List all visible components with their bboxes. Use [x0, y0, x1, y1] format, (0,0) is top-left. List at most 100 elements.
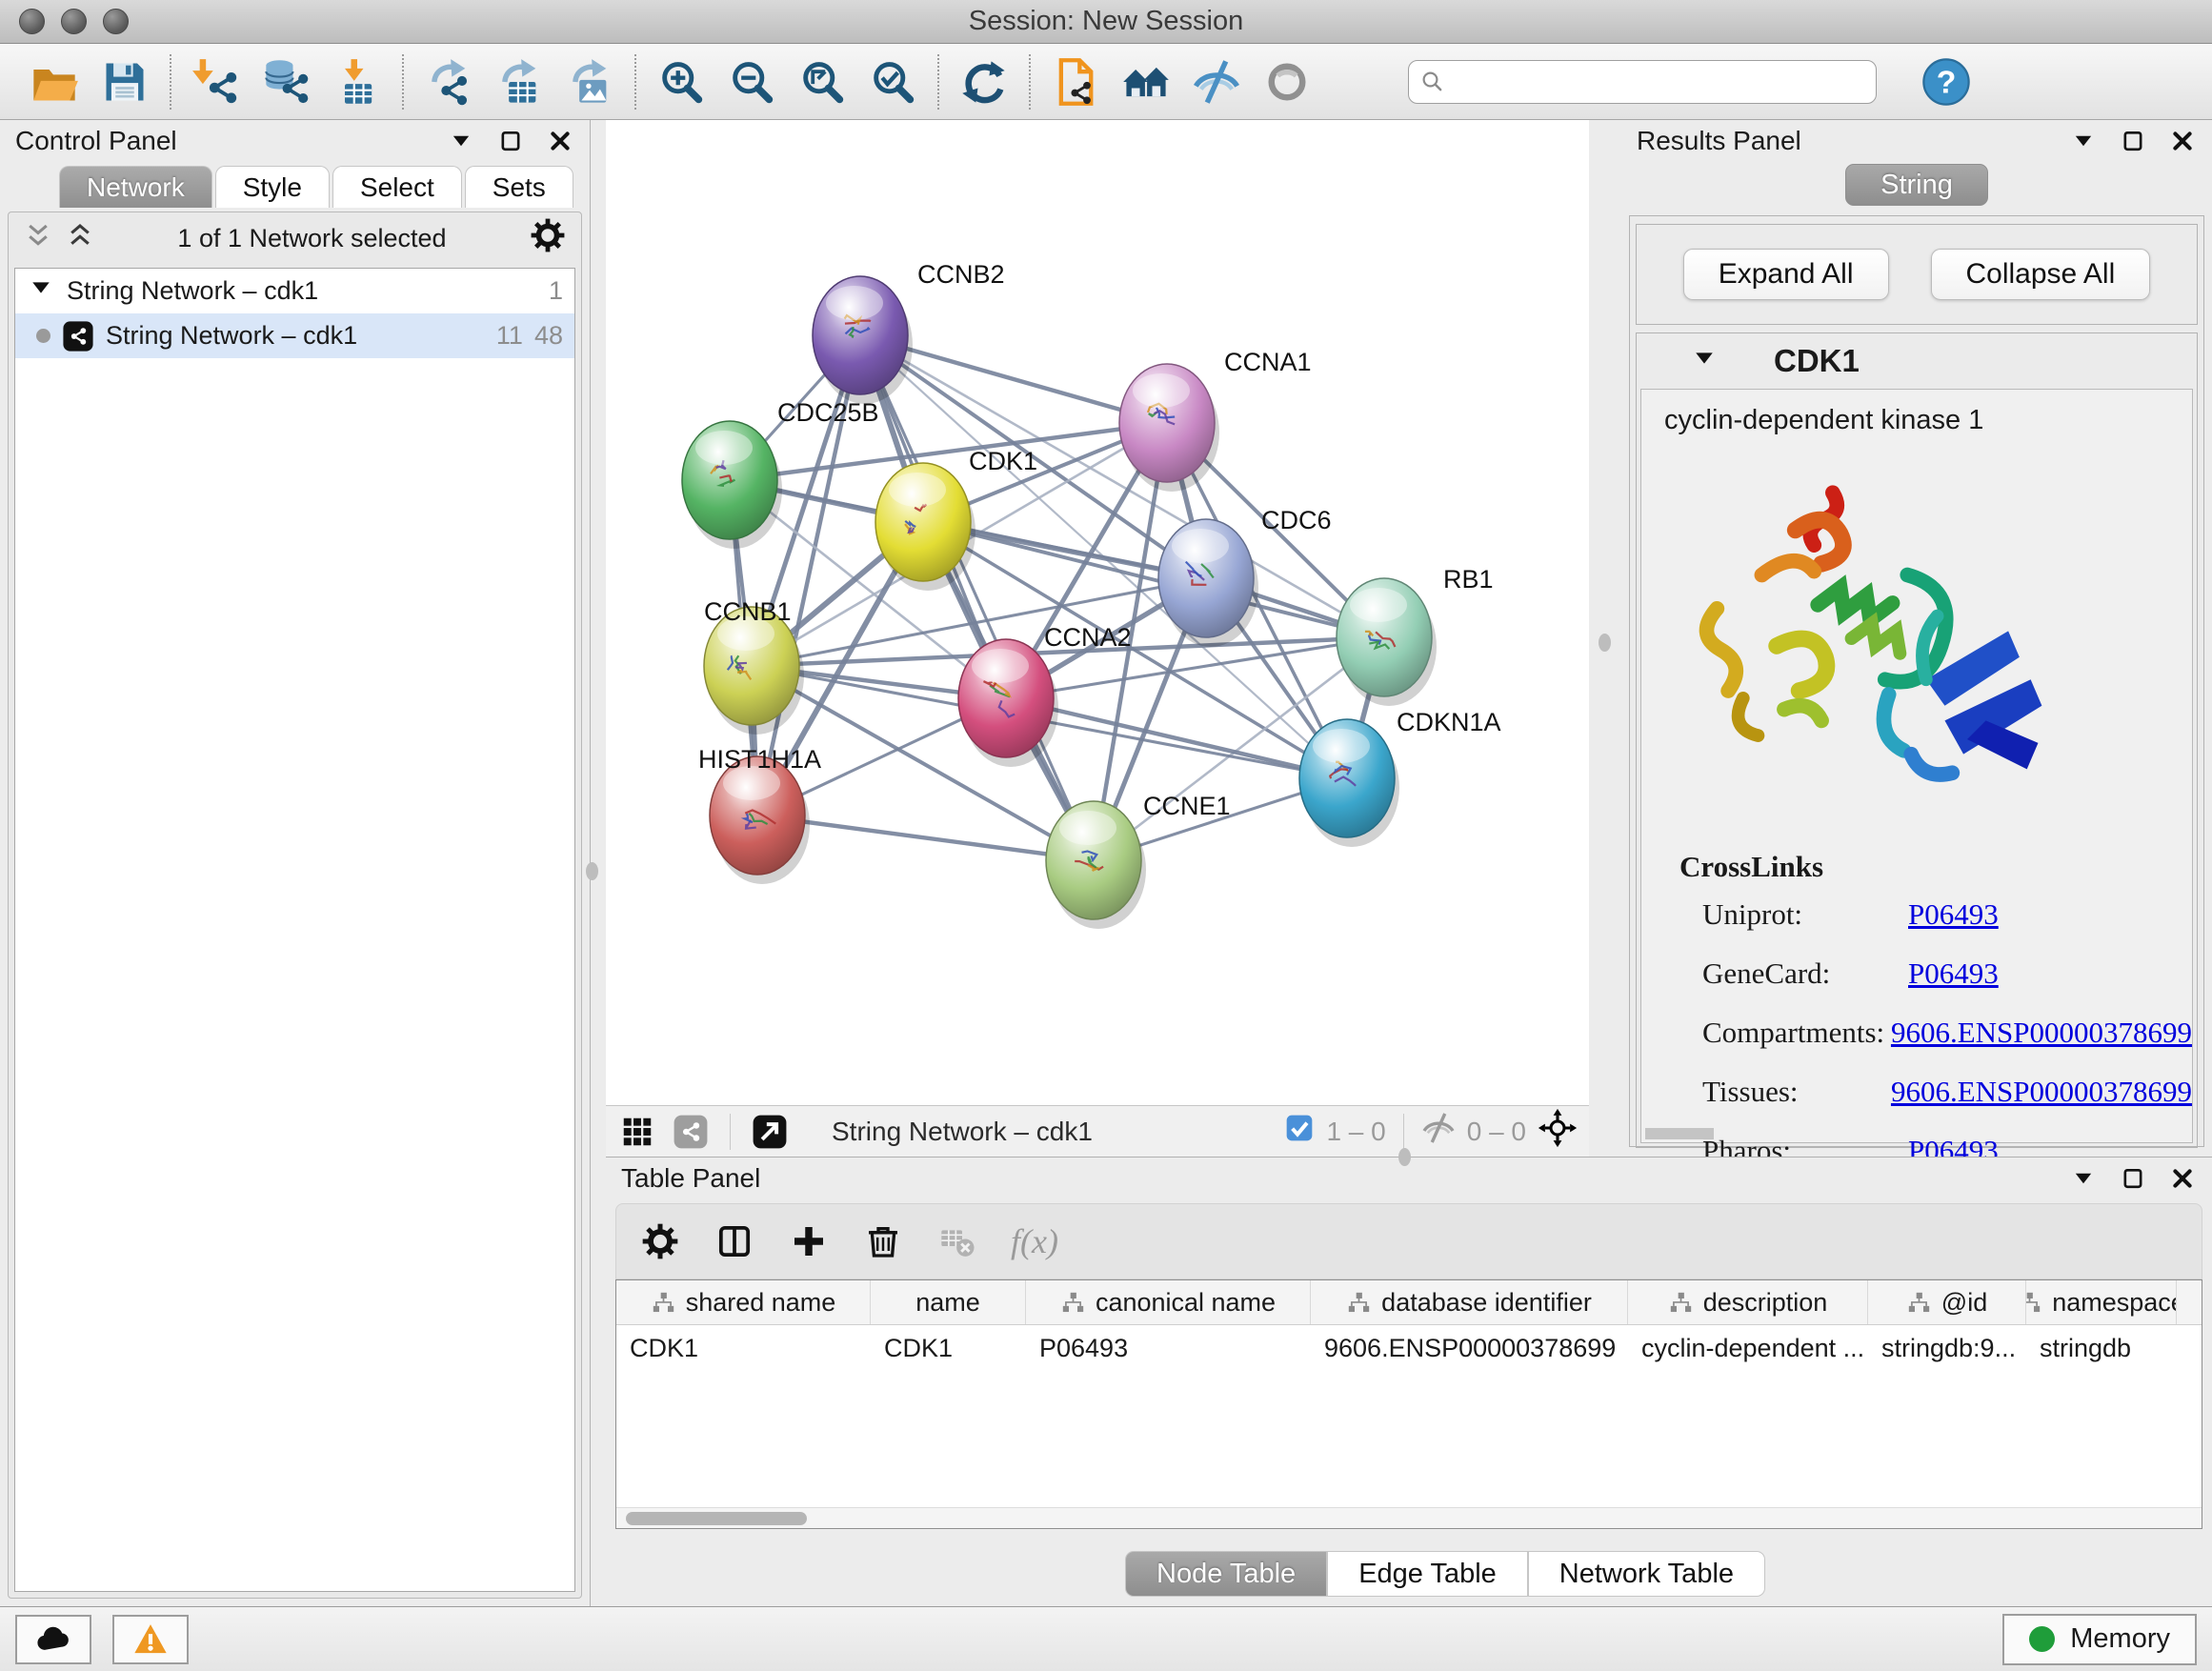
string-import-icon[interactable]: [1049, 55, 1102, 109]
tab-network[interactable]: Network: [59, 166, 212, 208]
refresh-layout-icon[interactable]: [957, 55, 1011, 109]
detach-view-icon[interactable]: [750, 1112, 790, 1152]
toolbar-search[interactable]: [1408, 60, 1877, 104]
string-home-icon[interactable]: [1119, 55, 1173, 109]
tab-string[interactable]: String: [1845, 164, 1988, 206]
network-edge[interactable]: [860, 335, 1094, 860]
import-network-file-icon[interactable]: [190, 55, 243, 109]
column-header-canonical-name[interactable]: canonical name: [1026, 1280, 1311, 1324]
zoom-out-icon[interactable]: [725, 55, 778, 109]
zoom-selected-icon[interactable]: [866, 55, 919, 109]
delete-column-icon[interactable]: [862, 1220, 904, 1262]
tab-style[interactable]: Style: [215, 166, 330, 208]
network-node-CCNB2[interactable]: CCNB2: [813, 260, 1005, 404]
network-node-CCNB1[interactable]: CCNB1: [704, 597, 804, 735]
network-node-CCNE1[interactable]: CCNE1: [1046, 792, 1231, 929]
float-panel-icon[interactable]: [2119, 1164, 2147, 1193]
crosslink-link[interactable]: 9606.ENSP00000378699: [1891, 1075, 2192, 1109]
selected-items-checkbox[interactable]: [1284, 1113, 1315, 1150]
splitter-handle[interactable]: [586, 862, 598, 880]
help-icon[interactable]: ?: [1920, 56, 1972, 108]
table-cell[interactable]: cyclin-dependent ...: [1628, 1325, 1868, 1372]
node-table[interactable]: shared namenamecanonical namedatabase id…: [615, 1279, 2202, 1529]
table-cell[interactable]: 9606.ENSP00000378699: [1311, 1325, 1628, 1372]
warnings-button[interactable]: [112, 1615, 189, 1664]
column-header-@id[interactable]: @id: [1868, 1280, 2026, 1324]
cloud-status-button[interactable]: [15, 1615, 91, 1664]
show-columns-icon[interactable]: [714, 1220, 755, 1262]
table-horizontal-scrollbar[interactable]: [616, 1507, 2202, 1528]
scrollbar-thumb[interactable]: [626, 1512, 807, 1525]
table-cell[interactable]: stringdb: [2026, 1325, 2177, 1372]
crosslink-link[interactable]: P06493: [1908, 897, 1999, 932]
close-window-button[interactable]: [19, 9, 45, 34]
zoom-fit-icon[interactable]: [795, 55, 849, 109]
network-graph[interactable]: CCNB2CCNA1CDC25BCDK1CDC6RB1CCNB1CCNA2CDK…: [606, 120, 1589, 1105]
collapse-all-networks-icon[interactable]: [24, 221, 52, 256]
collapse-panel-icon[interactable]: [447, 127, 475, 155]
zoom-in-icon[interactable]: [654, 55, 708, 109]
search-input[interactable]: [1447, 66, 1866, 97]
table-cell[interactable]: stringdb:9...: [1868, 1325, 2026, 1372]
tab-node-table[interactable]: Node Table: [1125, 1551, 1327, 1597]
results-scrollbar-thumb[interactable]: [1645, 1128, 1714, 1139]
minimize-window-button[interactable]: [61, 9, 87, 34]
import-network-database-icon[interactable]: [260, 55, 313, 109]
string-glass-icon[interactable]: [1260, 55, 1314, 109]
network-node-CDKN1A[interactable]: CDKN1A: [1299, 708, 1501, 847]
table-cell[interactable]: CDK1: [616, 1325, 871, 1372]
network-node-CDC6[interactable]: CDC6: [1158, 506, 1332, 647]
network-canvas[interactable]: CCNB2CCNA1CDC25BCDK1CDC6RB1CCNB1CCNA2CDK…: [606, 120, 1589, 1105]
column-header-name[interactable]: name: [871, 1280, 1026, 1324]
tab-sets[interactable]: Sets: [465, 166, 573, 208]
collapse-panel-icon[interactable]: [2069, 127, 2098, 155]
close-panel-icon[interactable]: [546, 127, 574, 155]
collapse-all-button[interactable]: Collapse All: [1931, 249, 2151, 300]
column-header-description[interactable]: description: [1628, 1280, 1868, 1324]
close-panel-icon[interactable]: [2168, 1164, 2197, 1193]
network-node-HIST1H1A[interactable]: HIST1H1A: [698, 745, 821, 884]
network-tree-root-row[interactable]: String Network – cdk1 1: [15, 269, 574, 313]
hidden-items-icon[interactable]: [1421, 1111, 1456, 1152]
table-cell[interactable]: CDK1: [871, 1325, 1026, 1372]
float-panel-icon[interactable]: [496, 127, 525, 155]
zoom-window-button[interactable]: [103, 9, 129, 34]
import-table-icon[interactable]: [331, 55, 384, 109]
close-panel-icon[interactable]: [2168, 127, 2197, 155]
tab-network-table[interactable]: Network Table: [1528, 1551, 1765, 1597]
save-session-icon[interactable]: [98, 55, 151, 109]
memory-button[interactable]: Memory: [2002, 1614, 2197, 1665]
export-table-icon[interactable]: [493, 55, 546, 109]
open-folder-icon[interactable]: [28, 55, 81, 109]
float-panel-icon[interactable]: [2119, 127, 2147, 155]
tab-select[interactable]: Select: [332, 166, 462, 208]
network-node-CDK1[interactable]: CDK1: [875, 447, 1037, 591]
tree-expand-icon[interactable]: [27, 273, 55, 309]
network-tree-child-row[interactable]: String Network – cdk1 11 48: [15, 313, 574, 358]
gene-section-header[interactable]: CDK1: [1637, 333, 2197, 389]
birds-eye-view-icon[interactable]: [617, 1112, 657, 1152]
network-node-RB1[interactable]: RB1: [1337, 565, 1494, 706]
fit-selected-icon[interactable]: [1538, 1108, 1578, 1155]
collapse-panel-icon[interactable]: [2069, 1164, 2098, 1193]
network-options-gear-icon[interactable]: [530, 217, 566, 260]
network-overview-icon[interactable]: [671, 1112, 711, 1152]
add-column-icon[interactable]: [788, 1220, 830, 1262]
expand-all-networks-icon[interactable]: [66, 221, 94, 256]
table-cell[interactable]: P06493: [1026, 1325, 1311, 1372]
tab-edge-table[interactable]: Edge Table: [1327, 1551, 1528, 1597]
export-image-icon[interactable]: [563, 55, 616, 109]
column-header-database-identifier[interactable]: database identifier: [1311, 1280, 1628, 1324]
table-row[interactable]: CDK1CDK1P064939606.ENSP00000378699cyclin…: [616, 1325, 2202, 1372]
crosslink-link[interactable]: P06493: [1908, 956, 1999, 991]
column-header-shared-name[interactable]: shared name: [616, 1280, 871, 1324]
splitter-handle[interactable]: [1398, 1148, 1411, 1166]
crosslink-link[interactable]: 9606.ENSP00000378699: [1891, 1016, 2192, 1050]
collapse-section-icon[interactable]: [1690, 344, 1719, 379]
expand-all-button[interactable]: Expand All: [1683, 249, 1889, 300]
splitter-handle[interactable]: [1599, 634, 1611, 652]
table-options-gear-icon[interactable]: [639, 1220, 681, 1262]
export-network-icon[interactable]: [422, 55, 475, 109]
string-hide-icon[interactable]: [1190, 55, 1243, 109]
column-header-namespace[interactable]: namespace: [2026, 1280, 2177, 1324]
